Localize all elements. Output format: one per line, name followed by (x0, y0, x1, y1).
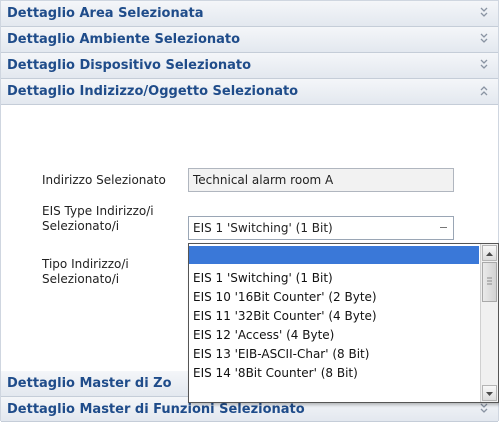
double-chevron-down-icon (480, 7, 488, 17)
section-area-header[interactable]: Dettaglio Area Selezionata (1, 1, 498, 27)
section-ambiente-header[interactable]: Dettaglio Ambiente Selezionato (1, 27, 498, 53)
double-chevron-down-icon (480, 59, 488, 69)
indirizzo-field[interactable]: Technical alarm room A (188, 168, 454, 192)
dropdown-option[interactable]: EIS 11 '32Bit Counter' (4 Byte) (189, 307, 479, 325)
section-master-funzioni-title: Dettaglio Master di Funzioni Selezionato (7, 402, 305, 417)
grip-icon (487, 277, 492, 285)
eis-type-selected-value: EIS 1 'Switching' (1 Bit) (193, 221, 333, 235)
dropdown-option[interactable]: EIS 1 'Switching' (1 Bit) (189, 269, 479, 287)
section-dispositivo-header[interactable]: Dettaglio Dispositivo Selezionato (1, 53, 498, 79)
dropdown-option[interactable]: EIS 13 'EIB-ASCII-Char' (8 Bit) (189, 345, 479, 363)
eis-type-select[interactable]: EIS 1 'Switching' (1 Bit) (188, 216, 454, 240)
double-chevron-down-icon (480, 403, 488, 413)
dropdown-caret-icon (440, 227, 447, 228)
double-chevron-down-icon (480, 33, 488, 43)
scroll-up-button[interactable] (482, 245, 497, 261)
dropdown-scrollbar[interactable] (480, 244, 498, 402)
indirizzo-label: Indirizzo Selezionato (42, 173, 166, 187)
tipo-label-line1: Tipo Indirizzo/i (42, 257, 129, 271)
dropdown-option[interactable]: EIS 12 'Access' (4 Byte) (189, 326, 479, 344)
eis-type-label-line1: EIS Type Indirizzo/i (42, 204, 154, 218)
scroll-down-arrow-icon (486, 392, 493, 396)
section-indirizzo-title: Dettaglio Indizizzo/Oggetto Selezionato (7, 84, 299, 99)
tipo-label-line2: Selezionato/i (42, 272, 120, 286)
dropdown-option[interactable]: EIS 10 '16Bit Counter' (2 Byte) (189, 288, 479, 306)
scroll-thumb[interactable] (482, 262, 497, 302)
dropdown-option-blank[interactable] (189, 246, 479, 264)
section-area-title: Dettaglio Area Selezionata (7, 6, 204, 21)
double-chevron-up-icon (480, 86, 488, 96)
detail-panel: Dettaglio Area Selezionata Dettaglio Amb… (0, 0, 499, 422)
section-indirizzo-header[interactable]: Dettaglio Indizizzo/Oggetto Selezionato (1, 79, 498, 105)
section-master-zona-title: Dettaglio Master di Zo (7, 376, 172, 391)
scroll-down-button[interactable] (482, 385, 497, 401)
section-ambiente-title: Dettaglio Ambiente Selezionato (7, 32, 241, 47)
eis-type-label-line2: Selezionato/i (42, 219, 120, 233)
scroll-up-arrow-icon (486, 252, 493, 256)
eis-type-dropdown-list[interactable]: EIS 1 'Switching' (1 Bit) EIS 10 '16Bit … (188, 243, 499, 403)
dropdown-option[interactable]: EIS 14 '8Bit Counter' (8 Bit) (189, 364, 479, 382)
section-dispositivo-title: Dettaglio Dispositivo Selezionato (7, 58, 252, 73)
